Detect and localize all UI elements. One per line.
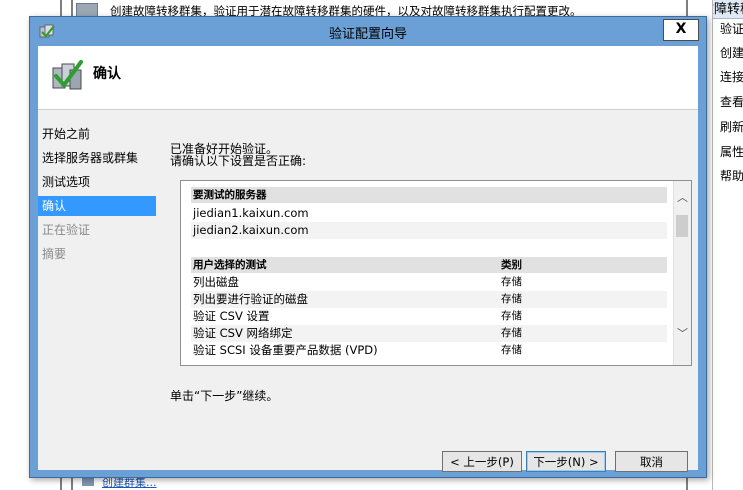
- test-name: 列出要进行验证的磁盘: [193, 292, 308, 306]
- actions-panel-header: 故障转移: [713, 0, 743, 19]
- test-category: 存储: [501, 276, 522, 288]
- action-properties[interactable]: 属性: [720, 143, 743, 160]
- page-title: 确认: [93, 66, 121, 82]
- action-refresh[interactable]: 刷新: [720, 118, 743, 135]
- test-row: 验证 SCSI 设备重要产品数据 (VPD) 存储: [191, 342, 667, 359]
- server-row: jiedian1.kaixun.com: [191, 205, 667, 222]
- test-category: 存储: [501, 310, 522, 322]
- test-row: 验证 CSV 网络绑定 存储: [191, 325, 667, 342]
- previous-button[interactable]: < 上一步(P): [442, 451, 522, 472]
- test-row: 列出要进行验证的磁盘 存储: [191, 291, 667, 308]
- action-help[interactable]: 帮助: [720, 167, 743, 184]
- action-create[interactable]: 创建: [720, 44, 743, 61]
- actions-panel: 故障转移 验证 创建 连接 查看 刷新 属性 帮助: [712, 0, 743, 490]
- dialog-title: 验证配置向导: [328, 27, 407, 42]
- validation-wizard-dialog: 验证配置向导 X 确认 开始之前 选择服务器或群集 测试选项 确认 正在验证 摘…: [29, 16, 707, 478]
- server-row: jiedian2.kaixun.com: [191, 222, 667, 239]
- cluster-icon: [76, 3, 98, 17]
- test-name: 验证 CSV 网络绑定: [193, 326, 293, 340]
- step-summary: 摘要: [42, 247, 67, 261]
- step-validating: 正在验证: [42, 223, 91, 237]
- step-select-servers[interactable]: 选择服务器或群集: [38, 148, 156, 168]
- dialog-titlebar[interactable]: 验证配置向导 X: [30, 17, 706, 46]
- test-row: 验证 CSV 设置 存储: [191, 308, 667, 325]
- test-row: 列出磁盘 存储: [191, 274, 667, 291]
- servers-header-label: 要测试的服务器: [193, 189, 267, 201]
- test-category: 存储: [501, 293, 522, 305]
- continue-instruction: 单击“下一步”继续。: [170, 389, 279, 403]
- wizard-content: 已准备好开始验证。 请确认以下设置是否正确: 要测试的服务器 jiedian1.…: [156, 110, 698, 472]
- action-view[interactable]: 查看: [720, 93, 743, 110]
- server-name: jiedian1.kaixun.com: [193, 206, 309, 220]
- validation-checkmark-icon: [52, 60, 83, 90]
- dialog-client-area: 确认 开始之前 选择服务器或群集 测试选项 确认 正在验证 摘要 已准备好开始验…: [38, 46, 698, 472]
- settings-list[interactable]: 要测试的服务器 jiedian1.kaixun.com jiedian2.kai…: [180, 180, 692, 366]
- test-category: 存储: [501, 344, 522, 356]
- scroll-down-icon[interactable]: ﹀: [674, 325, 691, 342]
- action-connect[interactable]: 连接: [720, 68, 743, 85]
- tests-header-label: 用户选择的测试: [193, 259, 267, 271]
- confirm-settings-text: 请确认以下设置是否正确:: [170, 154, 307, 168]
- scrollbar-thumb[interactable]: [676, 215, 688, 237]
- action-validate[interactable]: 验证: [720, 20, 743, 37]
- next-button[interactable]: 下一步(N) >: [526, 451, 606, 472]
- test-name: 验证 SCSI 设备重要产品数据 (VPD): [193, 343, 378, 357]
- category-header-label: 类别: [501, 259, 522, 271]
- step-test-options[interactable]: 测试选项: [38, 172, 156, 192]
- test-name: 验证 CSV 设置: [193, 309, 270, 323]
- step-before-you-begin[interactable]: 开始之前: [38, 124, 156, 144]
- step-confirmation[interactable]: 确认: [38, 196, 156, 216]
- close-button[interactable]: X: [663, 19, 699, 41]
- wizard-steps: 开始之前 选择服务器或群集 测试选项 确认 正在验证 摘要: [38, 110, 156, 470]
- server-name: jiedian2.kaixun.com: [193, 223, 309, 237]
- cancel-button[interactable]: 取消: [615, 451, 688, 472]
- vertical-scrollbar[interactable]: ︿ ﹀: [673, 181, 691, 365]
- servers-section-header: 要测试的服务器: [191, 187, 667, 203]
- scroll-up-icon[interactable]: ︿: [674, 189, 691, 206]
- test-category: 存储: [501, 327, 522, 339]
- test-name: 列出磁盘: [193, 275, 239, 289]
- wizard-header: 确认: [38, 46, 698, 110]
- tests-section-header: 用户选择的测试 类别: [191, 257, 667, 273]
